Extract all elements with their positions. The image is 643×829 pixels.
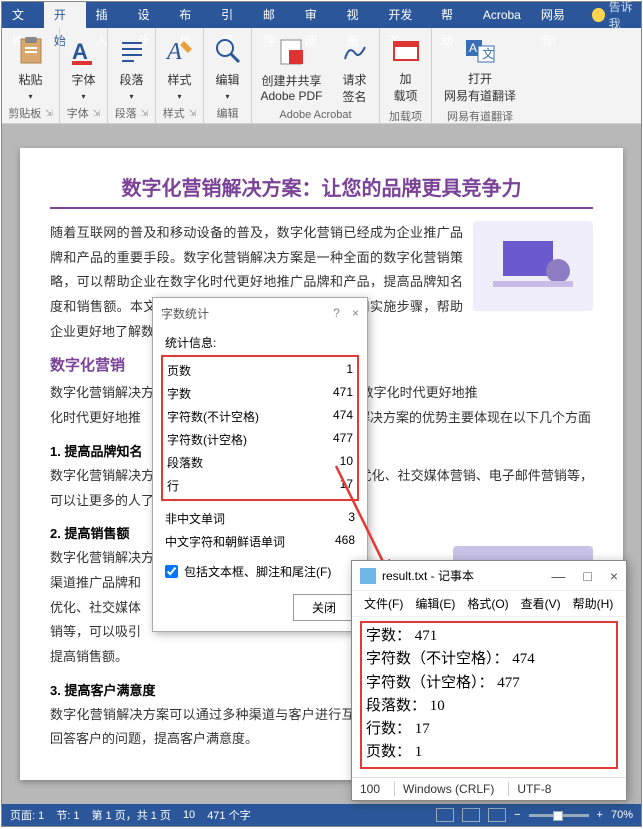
help-button[interactable]: ? — [333, 306, 340, 320]
svg-text:A: A — [165, 39, 182, 65]
menu-edit[interactable]: 编辑(E) — [409, 593, 461, 614]
group-netease-label: 网易有道翻译 — [447, 108, 513, 124]
tab-mail[interactable]: 邮件 — [253, 2, 295, 28]
tab-home[interactable]: 开始 — [44, 2, 86, 28]
group-acrobat-label: Adobe Acrobat — [279, 109, 351, 121]
create-pdf-button[interactable]: 创建并共享 Adobe PDF — [256, 34, 326, 105]
tab-help[interactable]: 帮助 — [431, 2, 473, 28]
status-loc[interactable]: 10 — [183, 809, 195, 821]
menu-tabs: 文件 开始 插入 设计 布局 引用 邮件 审阅 视图 开发工 帮助 Acroba… — [2, 2, 641, 28]
tab-acrobat[interactable]: Acroba — [473, 2, 531, 28]
tab-file[interactable]: 文件 — [2, 2, 44, 28]
close-icon[interactable]: × — [352, 306, 359, 320]
view-web-icon[interactable] — [488, 808, 506, 822]
stats-label: 统计信息: — [165, 334, 355, 351]
menu-help[interactable]: 帮助(H) — [567, 593, 620, 614]
status-bar: 页面: 1 节: 1 第 1 页，共 1 页 10 471 个字 − + 70% — [2, 804, 641, 826]
close-button[interactable]: × — [610, 568, 618, 584]
notepad-status: 100 Windows (CRLF) UTF-8 — [352, 777, 626, 800]
group-paragraph-label: 段落 — [115, 105, 137, 121]
tab-insert[interactable]: 插入 — [86, 2, 128, 28]
svg-text:A: A — [469, 41, 477, 55]
notepad-menu: 文件(F) 编辑(E) 格式(O) 查看(V) 帮助(H) — [352, 591, 626, 617]
status-page[interactable]: 页面: 1 — [10, 807, 44, 823]
group-clipboard-label: 剪贴板 — [8, 105, 41, 121]
svg-text:文: 文 — [482, 46, 494, 61]
highlighted-stats: 页数1 字数471 字符数(不计空格)474 字符数(计空格)477 段落数10… — [161, 355, 359, 501]
status-words[interactable]: 471 个字 — [207, 807, 250, 823]
tab-layout[interactable]: 布局 — [169, 2, 211, 28]
zoom-slider[interactable] — [529, 814, 589, 817]
status-page-of[interactable]: 第 1 页，共 1 页 — [91, 807, 170, 823]
notepad-icon — [360, 568, 376, 584]
tab-view[interactable]: 视图 — [337, 2, 379, 28]
menu-view[interactable]: 查看(V) — [515, 593, 567, 614]
group-editing-label: 编辑 — [217, 105, 239, 121]
group-font-label: 字体 — [67, 105, 89, 121]
menu-format[interactable]: 格式(O) — [461, 593, 514, 614]
font-button[interactable]: A 字体▾ — [64, 33, 104, 103]
maximize-button[interactable]: □ — [583, 568, 591, 584]
tab-design[interactable]: 设计 — [127, 2, 169, 28]
netease-open-button[interactable]: A文 打开 网易有道翻译 — [440, 32, 520, 106]
tab-references[interactable]: 引用 — [211, 2, 253, 28]
highlighted-result: 字数： 471 字符数（不计空格）： 474 字符数（计空格）： 477 段落数… — [360, 621, 618, 769]
svg-text:A: A — [72, 39, 88, 64]
close-button[interactable]: 关闭 — [293, 594, 355, 621]
view-print-icon[interactable] — [462, 808, 480, 822]
status-section[interactable]: 节: 1 — [56, 807, 79, 823]
tab-dev[interactable]: 开发工 — [378, 2, 431, 28]
zoom-in-button[interactable]: + — [597, 809, 603, 821]
notepad-body[interactable]: 字数： 471 字符数（不计空格）： 474 字符数（计空格）： 477 段落数… — [352, 617, 626, 777]
styles-button[interactable]: A 样式▾ — [160, 33, 200, 103]
addin-button[interactable]: 加 载项 — [386, 32, 426, 106]
illustration-icon — [473, 221, 593, 311]
launcher-icon[interactable]: ⇲ — [45, 108, 53, 119]
view-read-icon[interactable] — [436, 808, 454, 822]
tell-me[interactable]: 告诉我 — [592, 0, 641, 32]
doc-title: 数字化营销解决方案：让您的品牌更具竞争力 — [50, 172, 593, 209]
editing-button[interactable]: 编辑▾ — [208, 33, 248, 103]
tab-netease[interactable]: 网易有i — [531, 2, 586, 28]
paste-button[interactable]: 粘贴▾ — [11, 33, 51, 103]
notepad-window: result.txt - 记事本 — □ × 文件(F) 编辑(E) 格式(O)… — [351, 560, 627, 801]
word-count-dialog: 字数统计 ? × 统计信息: 页数1 字数471 字符数(不计空格)474 字符… — [152, 297, 368, 632]
zoom-out-button[interactable]: − — [514, 809, 520, 821]
notepad-title: result.txt - 记事本 — [382, 567, 474, 584]
menu-file[interactable]: 文件(F) — [358, 593, 409, 614]
zoom-level[interactable]: 70% — [611, 809, 633, 821]
request-sign-button[interactable]: 请求 签名 — [335, 33, 375, 107]
group-addin-label: 加载项 — [389, 108, 422, 124]
tab-review[interactable]: 审阅 — [295, 2, 337, 28]
group-styles-label: 样式 — [163, 105, 185, 121]
launcher-icon[interactable]: ⇲ — [189, 108, 197, 119]
bulb-icon — [592, 8, 605, 22]
launcher-icon[interactable]: ⇲ — [141, 108, 149, 119]
launcher-icon[interactable]: ⇲ — [93, 108, 101, 119]
include-textbox-checkbox[interactable]: 包括文本框、脚注和尾注(F) — [165, 563, 355, 580]
dialog-title: 字数统计 — [161, 305, 209, 322]
minimize-button[interactable]: — — [551, 568, 565, 584]
paragraph-button[interactable]: 段落▾ — [112, 33, 152, 103]
